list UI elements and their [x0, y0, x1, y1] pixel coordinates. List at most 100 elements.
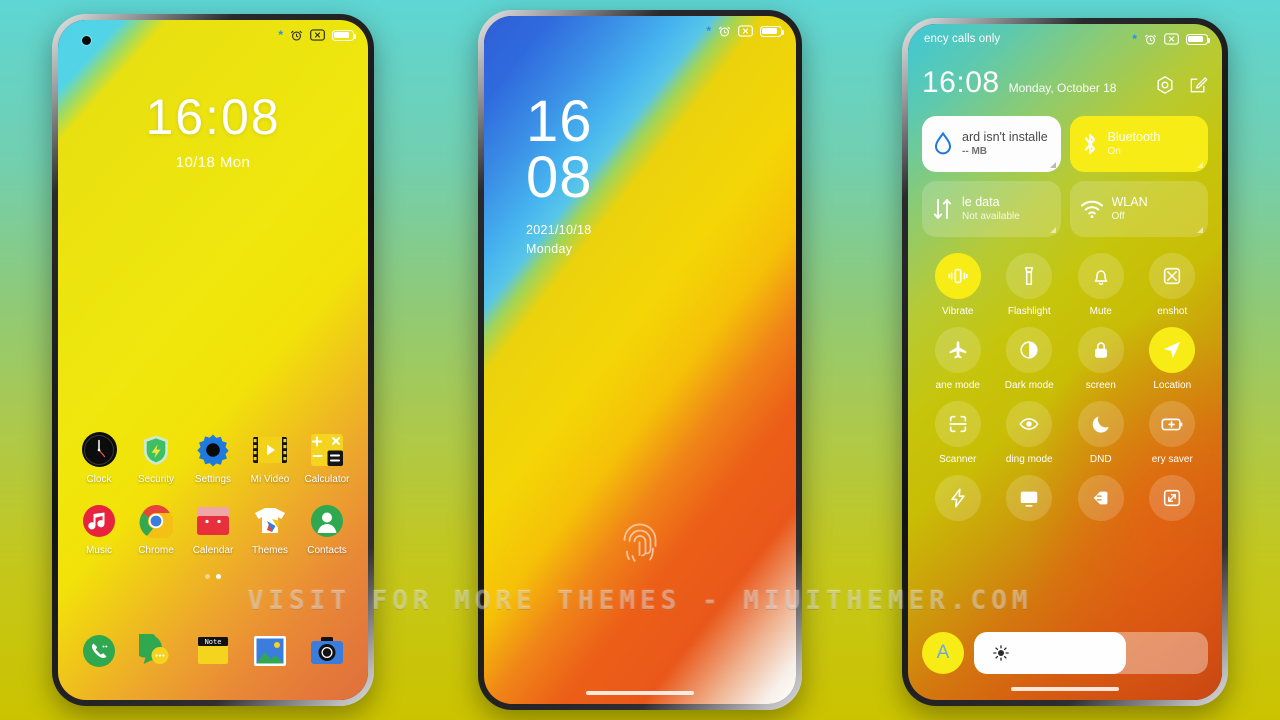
quick-settings-tiles: ard isn't installe -- MB Bluetooth On le…	[922, 116, 1208, 237]
music-note-icon	[82, 503, 117, 538]
app-calculator[interactable]: Calculator	[300, 432, 354, 485]
alarm-icon	[291, 30, 302, 41]
camera-icon	[310, 633, 345, 668]
cast-screen-icon	[1006, 475, 1053, 521]
phone2-screen[interactable]: * 16 08 2021/10/18 Monday	[484, 16, 796, 704]
toggle-scanner[interactable]: Scanner	[922, 401, 994, 465]
sun-icon	[993, 645, 1009, 661]
toggle-reading-mode[interactable]: ding mode	[994, 401, 1066, 465]
page-dot-active[interactable]	[216, 574, 221, 579]
auto-brightness-button[interactable]: A	[922, 632, 964, 674]
phone-device-2: * 16 08 2021/10/18 Monday	[478, 10, 802, 710]
video-icon	[253, 432, 288, 467]
tile-mobile-data[interactable]: le data Not available	[922, 181, 1061, 237]
wifi-icon	[1080, 200, 1103, 218]
tile-expand-corner[interactable]	[1197, 227, 1203, 233]
toggle-contrast[interactable]	[1065, 475, 1137, 528]
tile-bluetooth[interactable]: Bluetooth On	[1069, 116, 1208, 172]
toggle-label: ding mode	[1005, 454, 1053, 465]
silent-icon	[738, 25, 753, 37]
toggle-lock-screen[interactable]: screen	[1065, 327, 1137, 391]
settings-hex-icon[interactable]	[1155, 75, 1175, 95]
fingerprint-icon[interactable]	[616, 518, 664, 566]
tile-expand-corner[interactable]	[1049, 162, 1056, 168]
app-chrome[interactable]: Chrome	[129, 503, 183, 556]
bell-icon	[1077, 253, 1124, 299]
phone1-dock: Note	[72, 633, 354, 668]
tile-title: Bluetooth	[1107, 129, 1161, 144]
flashlight-icon	[1006, 253, 1053, 299]
toggle-label: Mute	[1089, 306, 1112, 317]
app-clock[interactable]: Clock	[72, 432, 126, 485]
phone3-screen[interactable]: ency calls only * 16:08 Monday, October …	[908, 24, 1222, 700]
chrome-icon	[139, 503, 174, 538]
app-themes[interactable]: Themes	[243, 503, 297, 556]
bluetooth-icon	[1084, 133, 1095, 155]
toggle-flashlight[interactable]: Flashlight	[994, 253, 1066, 317]
app-calendar[interactable]: Calendar	[186, 503, 240, 556]
app-contacts[interactable]: Contacts	[300, 503, 354, 556]
phone2-status-icons: *	[706, 25, 785, 38]
toggle-mute[interactable]: Mute	[1065, 253, 1137, 317]
dock-messages[interactable]	[129, 633, 183, 668]
app-label: Music	[85, 545, 113, 556]
toggle-label: ery saver	[1151, 454, 1193, 465]
control-center-date: Monday, October 18	[1008, 81, 1117, 95]
app-label: Chrome	[138, 545, 174, 556]
toggle-label: ane mode	[935, 380, 980, 391]
navigation-bar-handle[interactable]	[586, 691, 694, 695]
expand-icon	[1149, 475, 1196, 521]
toggle-battery-saver[interactable]: ery saver	[1137, 401, 1209, 465]
app-security[interactable]: Security	[129, 432, 183, 485]
brightness-slider[interactable]	[974, 632, 1208, 674]
dock-gallery[interactable]	[243, 633, 297, 668]
vibrate-icon	[934, 253, 981, 299]
dark-mode-icon	[1006, 327, 1053, 373]
toggle-dnd[interactable]: DND	[1065, 401, 1137, 465]
app-settings[interactable]: Settings	[186, 432, 240, 485]
carrier-label: ency calls only	[924, 33, 1001, 45]
toggle-label: enshot	[1157, 306, 1188, 317]
tile-subtitle: -- MB	[962, 146, 987, 158]
dock-camera[interactable]	[300, 633, 354, 668]
edit-icon[interactable]	[1188, 75, 1208, 95]
contrast-icon	[1077, 475, 1124, 521]
app-label: Contacts	[307, 545, 347, 556]
toggle-airplane-mode[interactable]: ane mode	[922, 327, 994, 391]
toggle-expand[interactable]	[1137, 475, 1209, 528]
app-mi-video[interactable]: Mi Video	[243, 432, 297, 485]
phone2-hour: 16	[526, 89, 593, 154]
toggle-cast-screen[interactable]	[994, 475, 1066, 528]
phone1-status-bar: *	[58, 20, 368, 50]
app-label: Settings	[194, 474, 232, 485]
dock-phone[interactable]	[72, 633, 126, 668]
toggle-location[interactable]: Location	[1137, 327, 1209, 391]
toggle-lightning[interactable]	[922, 475, 994, 528]
dock-notes[interactable]: Note	[186, 633, 240, 668]
toggle-screenshot[interactable]: enshot	[1137, 253, 1209, 317]
phone1-screen[interactable]: * 16:08 10/18 Mon Clock Security Setting…	[58, 20, 368, 700]
phone2-weekday: Monday	[526, 241, 573, 256]
toggle-label: Dark mode	[1004, 380, 1054, 391]
tile-expand-corner[interactable]	[1197, 162, 1203, 168]
moon-icon	[1077, 401, 1124, 447]
phone1-date: 10/18 Mon	[175, 154, 251, 171]
app-music[interactable]: Music	[72, 503, 126, 556]
toggle-grid: Vibrate Flashlight Mute enshot ane mode …	[922, 253, 1208, 528]
toggle-label: screen	[1085, 380, 1116, 391]
bluetooth-icon: *	[278, 28, 283, 42]
tile-expand-corner[interactable]	[1049, 227, 1056, 233]
toggle-vibrate[interactable]: Vibrate	[922, 253, 994, 317]
toggle-dark-mode[interactable]: Dark mode	[994, 327, 1066, 391]
phone-icon	[82, 633, 117, 668]
alarm-icon	[1145, 34, 1156, 45]
tile-sim-card[interactable]: ard isn't installe -- MB	[922, 116, 1061, 172]
app-row-2: Music Chrome Calendar Themes Contacts	[72, 503, 354, 556]
scanner-icon	[934, 401, 981, 447]
navigation-bar-handle[interactable]	[1011, 687, 1119, 691]
phone2-minute: 08	[526, 145, 593, 211]
page-dot[interactable]	[205, 574, 210, 579]
battery-icon	[1186, 33, 1211, 45]
toggle-label: Flashlight	[1007, 306, 1051, 317]
tile-wlan[interactable]: WLAN Off	[1069, 181, 1208, 237]
